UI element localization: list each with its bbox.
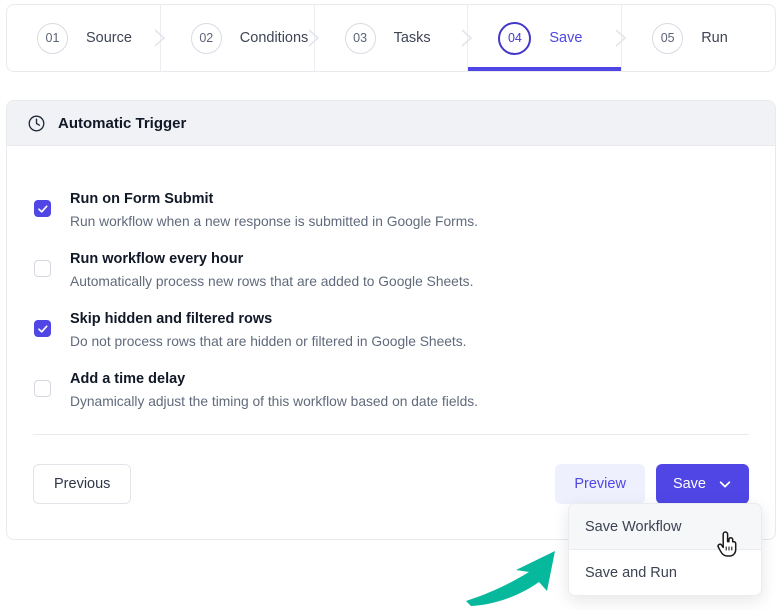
save-button-label: Save (672, 476, 706, 492)
automatic-trigger-card: Automatic Trigger Run on Form Submit Run… (6, 100, 776, 540)
clock-icon (28, 115, 45, 131)
menu-item-save-workflow[interactable]: Save Workflow (569, 504, 761, 549)
option-add-time-delay[interactable]: Add a time delay Dynamically adjust the … (7, 369, 775, 429)
card-header: Automatic Trigger (7, 101, 775, 146)
step-label: Source (86, 30, 132, 46)
step-label: Run (701, 30, 728, 46)
checkbox-skip-hidden-rows[interactable] (34, 320, 51, 337)
workflow-stepper: 01 Source 02 Conditions 03 Tasks 04 Save… (6, 4, 776, 72)
stepper-step-source[interactable]: 01 Source (7, 5, 161, 71)
step-number-badge: 01 (37, 22, 68, 54)
step-label: Save (549, 30, 583, 46)
arrow-up-right-annotation (466, 551, 555, 606)
step-number-badge: 05 (652, 22, 684, 54)
checkbox-run-every-hour[interactable] (34, 260, 51, 277)
option-title: Add a time delay (70, 371, 186, 387)
previous-button[interactable]: Previous (33, 464, 132, 504)
option-run-every-hour[interactable]: Run workflow every hour Automatically pr… (7, 249, 775, 309)
stepper-step-tasks[interactable]: 03 Tasks (308, 5, 469, 71)
step-number-badge: 03 (344, 22, 376, 54)
footer-divider (33, 434, 749, 435)
footer-actions: Preview Save (555, 464, 749, 504)
chevron-down-icon (719, 481, 731, 488)
option-description: Dynamically adjust the timing of this wo… (70, 394, 478, 409)
step-label: Conditions (239, 30, 309, 46)
stepper-step-conditions[interactable]: 02 Conditions (154, 5, 315, 71)
checkbox-add-time-delay[interactable] (34, 380, 51, 397)
option-description: Do not process rows that are hidden or f… (70, 334, 467, 349)
option-text: Skip hidden and filtered rows Do not pro… (70, 309, 467, 352)
step-number-badge: 04 (498, 21, 532, 55)
stepper-step-run[interactable]: 05 Run (615, 5, 775, 71)
option-title: Skip hidden and filtered rows (70, 311, 273, 327)
option-title: Run workflow every hour (70, 251, 244, 267)
option-description: Run workflow when a new response is subm… (70, 214, 478, 229)
menu-item-save-and-run[interactable]: Save and Run (569, 550, 761, 595)
option-title: Run on Form Submit (70, 191, 214, 207)
option-description: Automatically process new rows that are … (70, 274, 474, 289)
option-run-on-form-submit[interactable]: Run on Form Submit Run workflow when a n… (7, 189, 775, 249)
save-dropdown-menu: Save Workflow Save and Run (568, 503, 762, 596)
option-text: Add a time delay Dynamically adjust the … (70, 369, 478, 412)
save-split-button[interactable]: Save (655, 464, 749, 504)
option-skip-hidden-rows[interactable]: Skip hidden and filtered rows Do not pro… (7, 309, 775, 369)
checkbox-run-on-form-submit[interactable] (34, 200, 51, 217)
step-label: Tasks (393, 30, 431, 46)
option-text: Run workflow every hour Automatically pr… (70, 249, 473, 292)
trigger-options-list: Run on Form Submit Run workflow when a n… (7, 146, 775, 429)
step-number-badge: 02 (190, 22, 222, 54)
option-text: Run on Form Submit Run workflow when a n… (70, 189, 478, 232)
card-title: Automatic Trigger (58, 114, 187, 132)
preview-button[interactable]: Preview (555, 464, 645, 504)
stepper-step-save[interactable]: 04 Save (461, 5, 623, 71)
